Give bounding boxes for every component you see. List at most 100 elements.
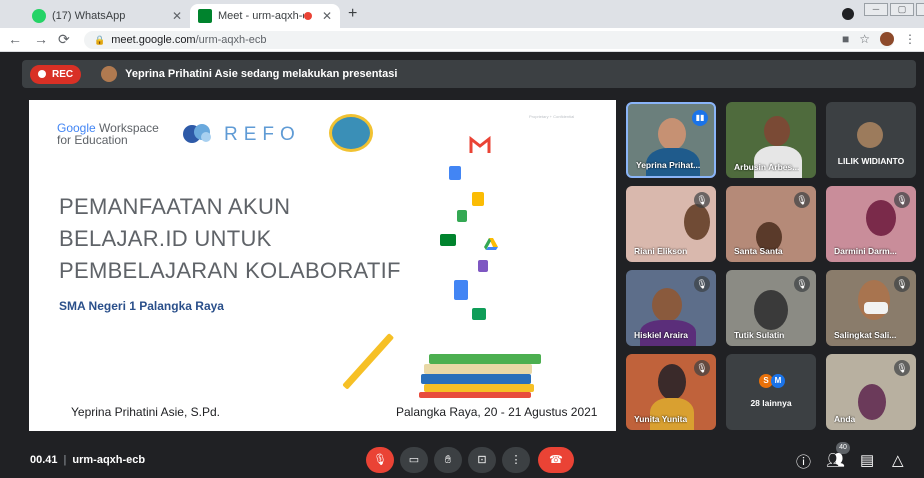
close-window-icon[interactable]: ✕ [916,3,924,16]
forward-icon[interactable]: → [34,31,48,47]
participant-video [858,384,886,420]
participant-tile[interactable]: ▮▮ Yeprina Prihat... [626,102,716,178]
participant-video [866,200,896,236]
new-tab-icon[interactable]: + [348,5,357,23]
slide-title-line-3: PEMBELAJARAN KOLABORATIF [59,258,401,283]
participant-name: Yeprina Prihat... [636,160,701,170]
participant-video [684,204,710,240]
present-icon: ⊡ [477,454,487,466]
slide-subtitle: SMA Negeri 1 Palangka Raya [59,299,224,313]
profile-indicator-icon[interactable] [842,8,854,20]
slide-place-date: Palangka Raya, 20 - 21 Agustus 2021 [396,405,598,419]
participant-tile[interactable]: 🎙︎ Darmini Darm... [826,186,916,262]
end-call-icon: ☎︎ [549,454,563,466]
camera-toggle-button[interactable]: ▭ [400,447,428,473]
classroom-icon [472,308,486,320]
participant-tile-others[interactable]: S M 28 lainnya [726,354,816,430]
mic-off-icon: 🎙︎ [694,276,710,292]
presentation-bar: REC Yeprina Prihatini Asie sedang melaku… [22,60,916,88]
tab-title: Meet - urm-aqxh-ecb [218,10,304,22]
participant-video [658,118,686,150]
meet-icon [198,9,212,23]
close-tab-icon[interactable]: ✕ [322,9,332,23]
meeting-code: urm-aqxh-ecb [72,454,146,466]
address-bar: ← → ⟳ 🔒 meet.google.com /urm-aqxh-ecb ■ … [0,28,924,52]
participant-tile[interactable]: 🎙︎ Yunita Yunita [626,354,716,430]
tab-whatsapp[interactable]: (17) WhatsApp ✕ [24,4,190,28]
activities-button[interactable]: △ [892,451,904,469]
window-controls: ─ ▢ ✕ [864,3,924,17]
participant-name: Anda [834,414,856,424]
lock-icon: 🔒 [94,34,106,45]
minimize-icon[interactable]: ─ [864,3,888,16]
mic-off-icon: 🎙︎ [794,192,810,208]
participant-video [764,116,790,146]
others-count-label: 28 lainnya [750,398,792,408]
maximize-icon[interactable]: ▢ [890,3,914,16]
participant-tile-self[interactable]: 🎙︎ Anda [826,354,916,430]
reload-icon[interactable]: ⟳ [58,31,70,48]
more-options-button[interactable]: ⋮ [502,447,530,473]
bookmark-star-icon[interactable]: ☆ [859,32,870,46]
mic-off-icon: 🎙︎ [694,192,710,208]
close-tab-icon[interactable]: ✕ [172,9,182,23]
profile-avatar[interactable] [880,32,894,46]
camera-icon: ▭ [408,454,420,466]
participant-tile[interactable]: Arbusin Arbes... [726,102,816,178]
book-illustration [424,384,534,392]
url-input[interactable]: 🔒 meet.google.com /urm-aqxh-ecb [84,31,894,49]
gmail-icon [469,136,491,153]
mic-off-icon: 🎙︎ [894,192,910,208]
chat-button[interactable]: ▤ [860,451,874,469]
mic-off-icon: 🎙︎ [894,360,910,376]
participant-name: Salingkat Sali... [834,330,897,340]
participant-tile[interactable]: 🎙︎ Hiskiel Araira [626,270,716,346]
drive-icon [484,238,498,250]
participant-tile[interactable]: LILIK WIDIANTO [826,102,916,178]
mic-off-icon: 🎙︎ [794,276,810,292]
more-options-icon: ⋮ [510,454,522,466]
record-dot-icon [38,70,46,78]
participant-tile[interactable]: 🎙︎ Tutik Sulatin [726,270,816,346]
book-illustration [429,354,541,364]
book-illustration [424,364,532,374]
participant-name: Riani Elikson [634,246,688,256]
presenter-avatar [101,66,118,82]
sheets-icon [457,210,467,222]
recording-indicator-icon [303,12,312,20]
participant-name: LILIK WIDIANTO [837,156,905,166]
tab-meet[interactable]: Meet - urm-aqxh-ecb ✕ [190,4,340,28]
info-icon: ⓘ [796,454,812,471]
activities-icon: △ [892,452,904,469]
participant-video [652,288,682,322]
meeting-details: 00.41 | urm-aqxh-ecb [30,454,146,466]
info-button[interactable]: ⓘ [796,451,811,472]
participant-initial-avatar: M [771,374,785,388]
end-call-button[interactable]: ☎︎ [538,447,574,473]
face-mask [864,302,888,314]
people-button[interactable]: 👥︎ [826,451,845,469]
slide-title-line-2: BELAJAR.ID UNTUK [59,226,272,251]
mic-off-icon: 🎙︎ [373,454,387,466]
recording-badge: REC [30,64,82,84]
participant-tile[interactable]: 🎙︎ Santa Santa [726,186,816,262]
school-seal-icon [329,114,373,152]
participant-tile[interactable]: 🎙︎ Salingkat Sali... [826,270,916,346]
participant-name: Yunita Yunita [634,414,688,424]
book-illustration [419,392,531,398]
presenting-text: Yeprina Prihatini Asie sedang melakukan … [125,68,398,80]
url-path: /urm-aqxh-ecb [195,34,267,46]
participant-tile[interactable]: 🎙︎ Riani Elikson [626,186,716,262]
participant-video [858,280,890,320]
participant-video [754,290,788,330]
mic-toggle-button[interactable]: 🎙︎ [366,447,394,473]
browser-menu-icon[interactable]: ⋮ [904,32,916,46]
back-icon[interactable]: ← [8,31,22,47]
camera-in-use-icon[interactable]: ■ [842,32,849,46]
present-button[interactable]: ⊡ [468,447,496,473]
docs-icon [454,280,468,300]
mic-off-icon: 🎙︎ [894,276,910,292]
people-icon: 👥︎ [826,452,846,469]
presentation-slide: Google Workspace for Education REFO Prop… [29,100,616,431]
raise-hand-button[interactable]: ✋︎ [434,447,462,473]
